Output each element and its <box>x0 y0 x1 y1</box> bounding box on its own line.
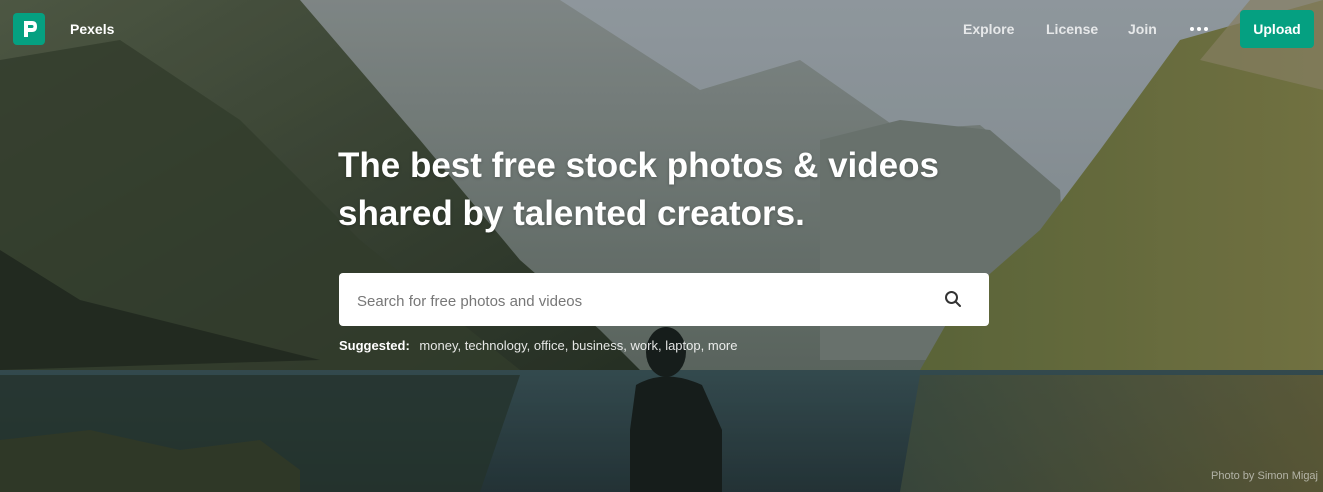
hero-background-image <box>0 0 1323 492</box>
brand-name[interactable]: Pexels <box>70 21 114 37</box>
pexels-logo-icon[interactable] <box>13 13 45 45</box>
more-dots-icon[interactable] <box>1189 22 1209 36</box>
nav-explore-link[interactable]: Explore <box>963 21 1014 37</box>
search-input[interactable] <box>355 287 919 315</box>
hero-headline: The best free stock photos & videos shar… <box>338 142 1038 238</box>
nav-join-link[interactable]: Join <box>1128 21 1157 37</box>
search-bar <box>339 273 989 326</box>
nav-license-link[interactable]: License <box>1046 21 1098 37</box>
headline-line-2: shared by talented creators. <box>338 194 805 233</box>
suggested-tag-work[interactable]: work, <box>631 338 662 353</box>
suggested-tag-technology[interactable]: technology, <box>465 338 531 353</box>
suggested-tag-business[interactable]: business, <box>572 338 627 353</box>
upload-button[interactable]: Upload <box>1240 10 1314 48</box>
headline-line-1: The best free stock photos & videos <box>338 146 939 185</box>
hero-section: Pexels Explore License Join Upload The b… <box>0 0 1323 492</box>
suggested-tag-office[interactable]: office, <box>534 338 568 353</box>
suggested-tag-more[interactable]: more <box>708 338 738 353</box>
photo-credit[interactable]: Photo by Simon Migaj <box>1211 470 1318 482</box>
suggested-tag-laptop[interactable]: laptop, <box>665 338 704 353</box>
suggested-tag-money[interactable]: money, <box>419 338 461 353</box>
suggested-label: Suggested: <box>339 338 410 353</box>
suggested-searches: Suggested: money, technology, office, bu… <box>339 338 737 353</box>
search-icon[interactable] <box>944 290 962 308</box>
top-navbar: Pexels Explore License Join Upload <box>0 0 1323 58</box>
